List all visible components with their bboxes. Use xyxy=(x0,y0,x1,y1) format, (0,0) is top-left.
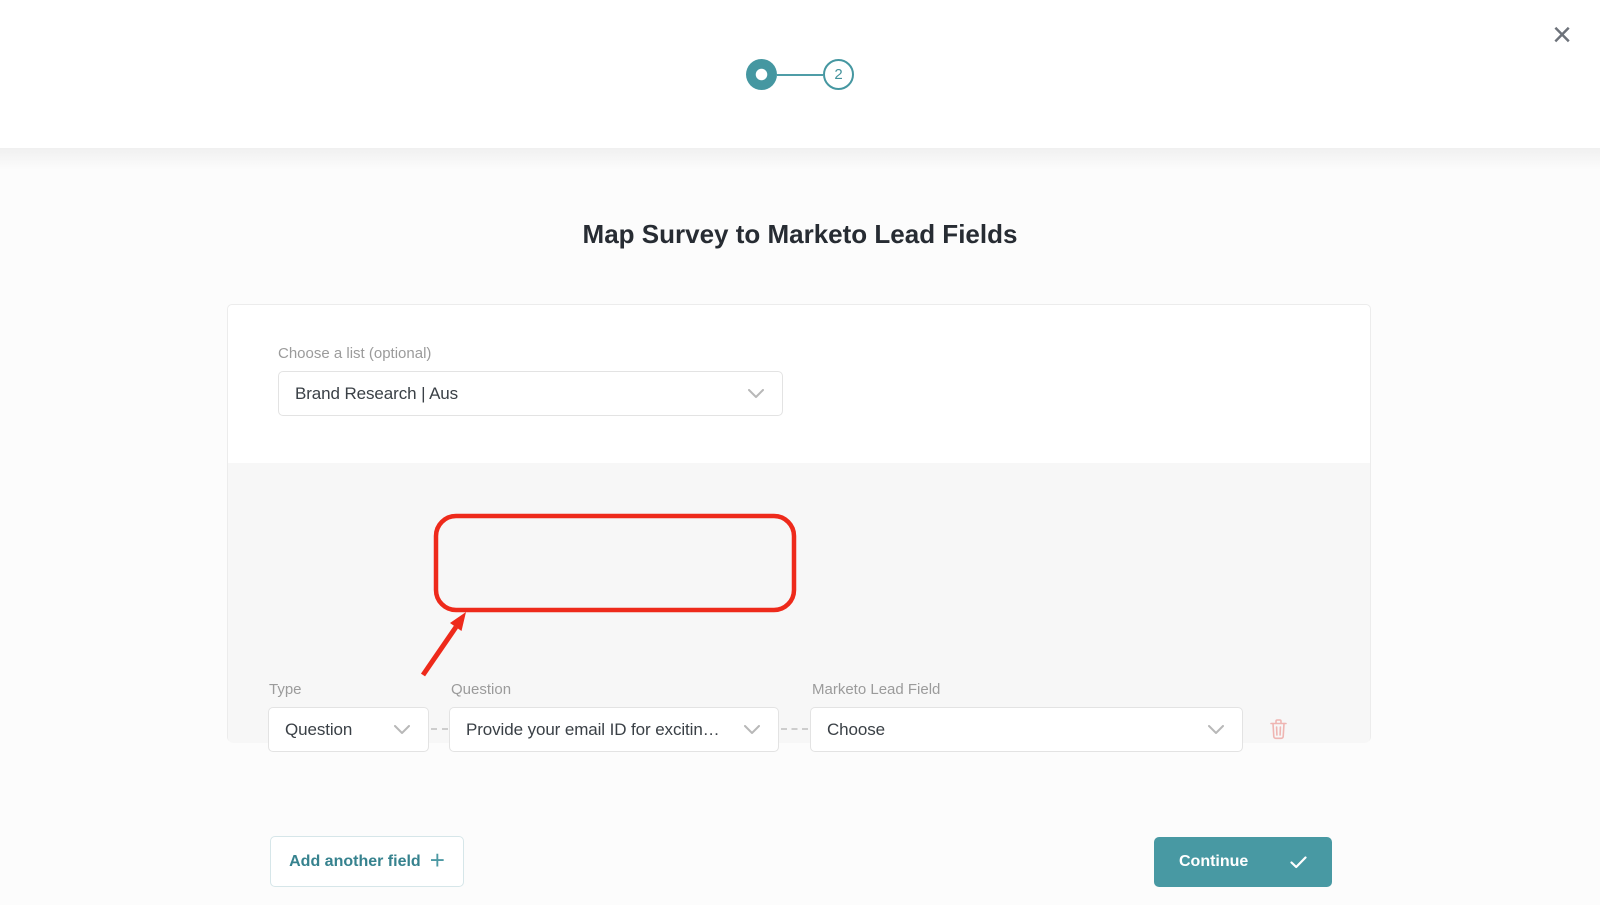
mapping-section: Type Question Question Provide your emai… xyxy=(228,463,1370,743)
step-2-indicator[interactable]: 2 xyxy=(823,59,854,90)
row-connector-dash xyxy=(431,728,448,730)
type-select[interactable]: Question xyxy=(268,707,429,752)
list-field-label: Choose a list (optional) xyxy=(278,345,431,362)
continue-label: Continue xyxy=(1179,853,1248,871)
add-another-field-label: Add another field xyxy=(289,853,421,871)
question-field-label: Question xyxy=(451,681,511,698)
chevron-down-icon xyxy=(1208,725,1224,734)
step-2-label: 2 xyxy=(834,66,842,83)
close-icon: × xyxy=(1552,18,1572,52)
list-select[interactable]: Brand Research | Aus xyxy=(278,371,783,416)
header-divider xyxy=(0,148,1600,170)
list-select-value: Brand Research | Aus xyxy=(295,384,458,404)
row-connector-dash xyxy=(781,728,808,730)
type-select-value: Question xyxy=(285,720,352,740)
step-1-indicator[interactable] xyxy=(746,59,777,90)
marketo-select[interactable]: Choose xyxy=(810,707,1243,752)
marketo-select-value: Choose xyxy=(827,720,885,740)
wizard-stepper: 2 xyxy=(746,59,854,90)
continue-button[interactable]: Continue xyxy=(1154,837,1332,887)
type-field-label: Type xyxy=(269,681,302,698)
question-select[interactable]: Provide your email ID for excitin… xyxy=(449,707,779,752)
chevron-down-icon xyxy=(748,389,764,398)
delete-row-button[interactable] xyxy=(1262,713,1294,745)
add-another-field-button[interactable]: Add another field + xyxy=(270,836,464,887)
mapping-card: Choose a list (optional) Brand Research … xyxy=(227,304,1371,742)
modal-header: 2 × xyxy=(0,0,1600,148)
chevron-down-icon xyxy=(394,725,410,734)
close-button[interactable]: × xyxy=(1540,14,1584,56)
question-select-value: Provide your email ID for excitin… xyxy=(466,720,720,740)
trash-icon xyxy=(1269,718,1288,740)
stepper-connector xyxy=(777,74,823,76)
check-icon xyxy=(1290,856,1307,869)
page-title: Map Survey to Marketo Lead Fields xyxy=(0,219,1600,250)
plus-icon: + xyxy=(430,847,445,873)
marketo-field-label: Marketo Lead Field xyxy=(812,681,940,698)
chevron-down-icon xyxy=(744,725,760,734)
